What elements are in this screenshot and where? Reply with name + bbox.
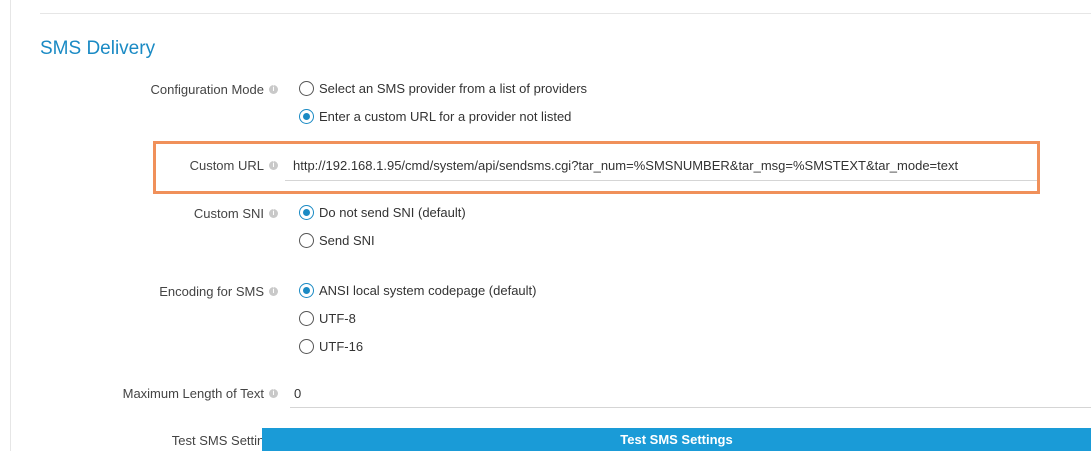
custom-sni-label-text: Custom SNI (193, 206, 264, 221)
radio-button-checked[interactable] (299, 283, 314, 298)
radio-label: ANSI local system codepage (default) (319, 283, 537, 298)
radio-button-checked[interactable] (299, 205, 314, 220)
custom-url-underline (285, 180, 1037, 181)
test-sms-settings-button[interactable]: Test SMS Settings (262, 428, 1091, 451)
encoding-option-utf8[interactable]: UTF-8 (299, 311, 356, 326)
left-divider (10, 0, 11, 451)
radio-label: Do not send SNI (default) (319, 205, 466, 220)
custom-url-label: Custom URL i (190, 158, 278, 173)
radio-label: Send SNI (319, 233, 375, 248)
radio-button-checked[interactable] (299, 109, 314, 124)
custom-url-label-text: Custom URL (189, 158, 264, 173)
max-length-input[interactable]: 0 (294, 386, 301, 401)
radio-button[interactable] (299, 311, 314, 326)
radio-button[interactable] (299, 81, 314, 96)
custom-sni-label: Custom SNI i (194, 206, 278, 221)
top-divider (40, 13, 1091, 14)
radio-label: UTF-16 (319, 339, 364, 354)
info-icon[interactable]: i (269, 389, 278, 398)
section-title: SMS Delivery (40, 38, 156, 59)
config-mode-option-custom-url[interactable]: Enter a custom URL for a provider not li… (299, 109, 571, 124)
info-icon[interactable]: i (269, 161, 278, 170)
radio-button[interactable] (299, 339, 314, 354)
configuration-mode-label-text: Configuration Mode (150, 82, 264, 97)
max-length-label: Maximum Length of Text i (123, 386, 278, 401)
radio-button[interactable] (299, 233, 314, 248)
info-icon[interactable]: i (269, 85, 278, 94)
encoding-label-text: Encoding for SMS (159, 284, 264, 299)
radio-label: Select an SMS provider from a list of pr… (319, 81, 588, 96)
configuration-mode-label: Configuration Mode i (151, 82, 278, 97)
radio-label: Enter a custom URL for a provider not li… (319, 109, 572, 124)
max-length-underline (290, 407, 1091, 408)
info-icon[interactable]: i (269, 209, 278, 218)
encoding-option-utf16[interactable]: UTF-16 (299, 339, 363, 354)
config-mode-option-provider-list[interactable]: Select an SMS provider from a list of pr… (299, 81, 587, 96)
sni-option-do-not-send[interactable]: Do not send SNI (default) (299, 205, 466, 220)
encoding-option-ansi[interactable]: ANSI local system codepage (default) (299, 283, 537, 298)
custom-url-input[interactable]: http://192.168.1.95/cmd/system/api/sends… (293, 158, 958, 173)
sni-option-send[interactable]: Send SNI (299, 233, 375, 248)
max-length-label-text: Maximum Length of Text (122, 386, 264, 401)
encoding-label: Encoding for SMS i (159, 284, 278, 299)
radio-label: UTF-8 (319, 311, 356, 326)
info-icon[interactable]: i (269, 287, 278, 296)
